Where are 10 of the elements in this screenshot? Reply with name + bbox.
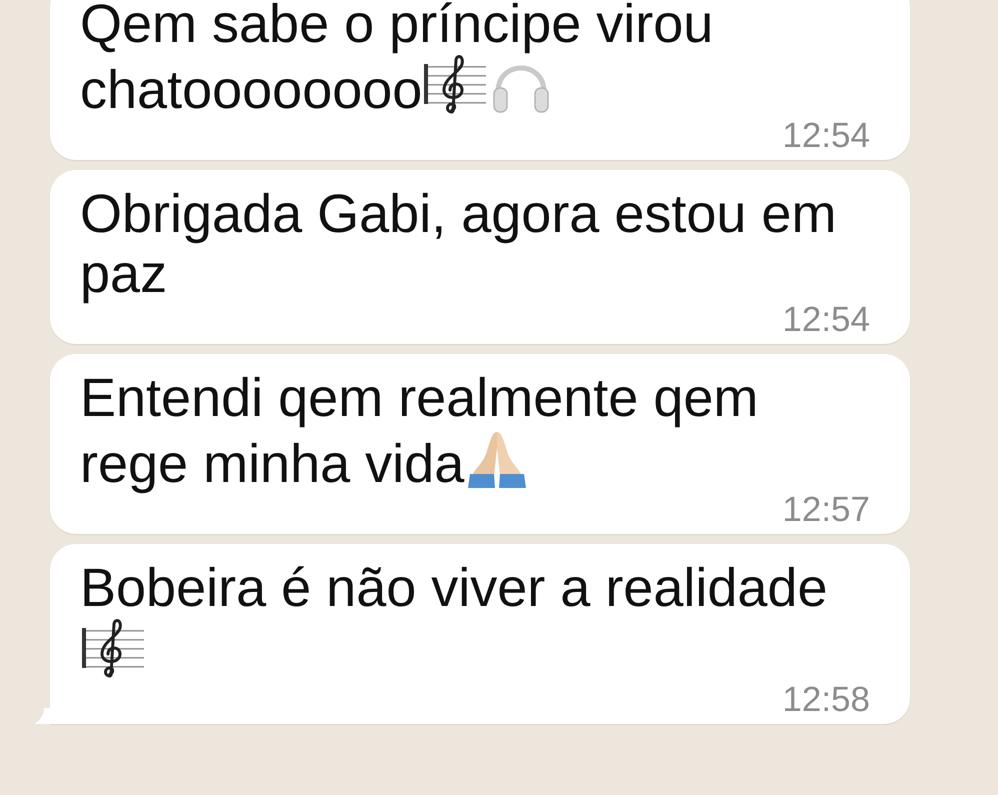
music-score-icon <box>422 54 488 116</box>
message-text: Obrigada Gabi, agora estou em paz <box>80 184 838 304</box>
message-time: 12:54 <box>782 304 870 336</box>
message-time: 12:57 <box>782 494 870 526</box>
message-time: 12:58 <box>782 684 870 716</box>
message-text: Qem sabe o príncipe virou chatoooooooo <box>80 0 714 120</box>
message-time: 12:54 <box>782 120 870 152</box>
message-text: Bobeira é não viver a realidade <box>80 558 870 684</box>
music-score-icon <box>80 618 146 680</box>
message-text: Entendi qem realmente qem rege minha vida <box>80 368 760 494</box>
